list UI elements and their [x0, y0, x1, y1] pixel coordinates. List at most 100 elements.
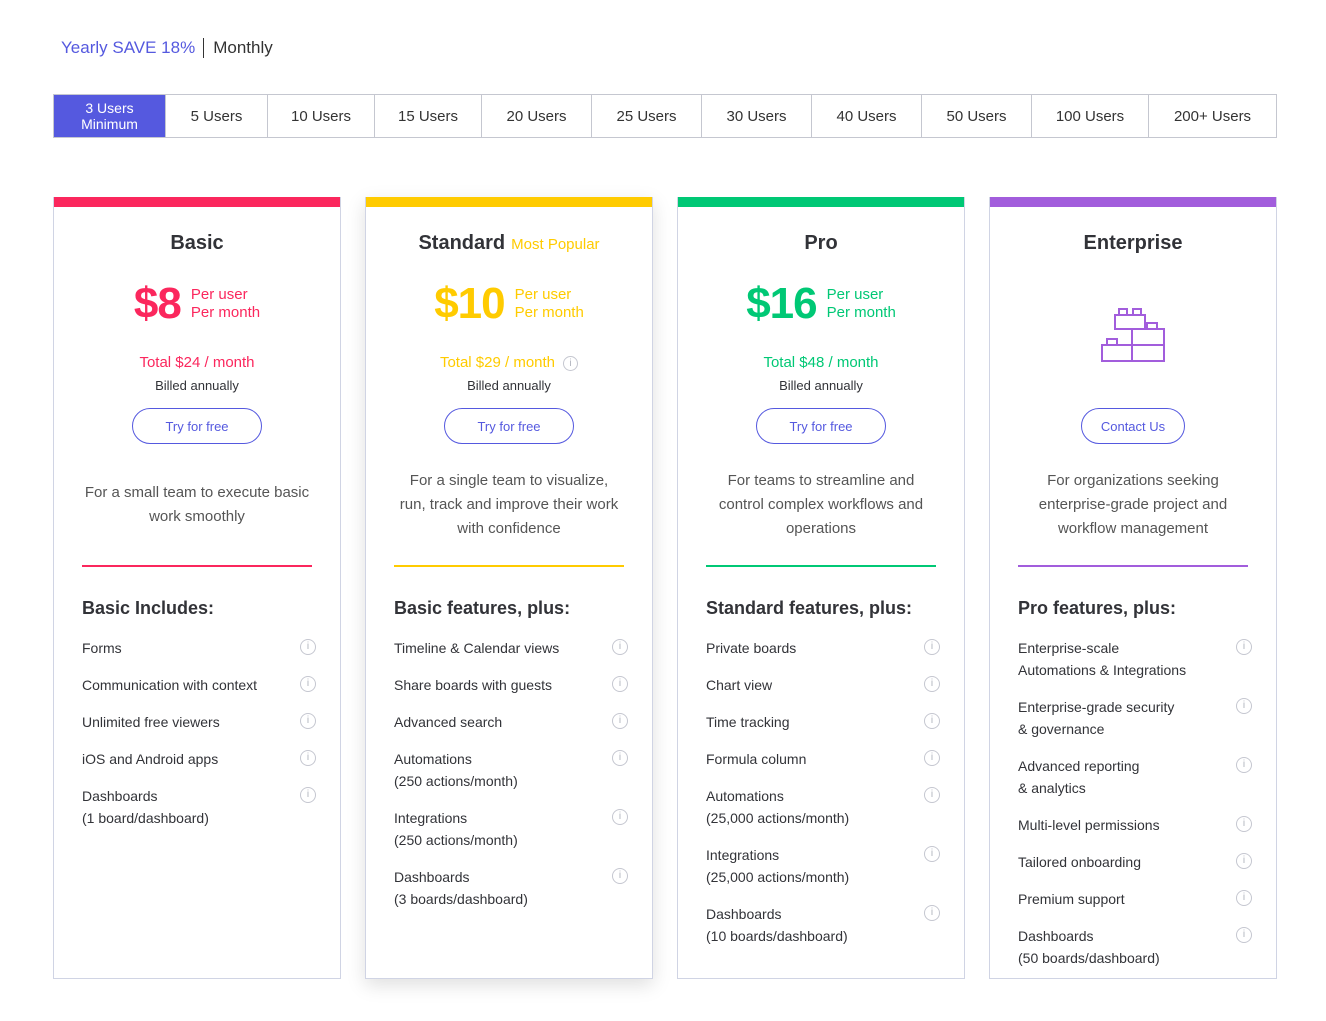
info-icon[interactable]: i — [300, 750, 316, 766]
plan-total: Total $29 / month i — [366, 354, 652, 371]
feature-item: Dashboards (50 boards/dashboard) i — [1018, 925, 1252, 969]
user-option-20[interactable]: 20 Users — [482, 95, 592, 137]
feature-sublabel: (3 boards/dashboard) — [394, 891, 528, 907]
plan-divider — [394, 565, 624, 567]
feature-list: Forms i Communication with context i Unlim… — [82, 637, 316, 829]
info-icon[interactable]: i — [924, 676, 940, 692]
feature-item: Time tracking i — [706, 711, 940, 733]
info-icon[interactable]: i — [300, 787, 316, 803]
plan-divider — [82, 565, 312, 567]
feature-label: iOS and Android apps — [82, 751, 219, 767]
info-icon[interactable]: i — [612, 639, 628, 655]
info-icon[interactable]: i — [612, 750, 628, 766]
plan-card-enterprise: Enterprise Contact Us For organizations … — [989, 197, 1277, 979]
user-option-15[interactable]: 15 Users — [375, 95, 482, 137]
price-amount: $10 — [434, 279, 505, 328]
price-per-user: Per user — [190, 286, 248, 303]
billing-separator — [203, 38, 205, 58]
user-option-5[interactable]: 5 Users — [166, 95, 268, 137]
info-icon[interactable]: i — [924, 905, 940, 921]
billed-annually: Billed annually — [467, 378, 551, 393]
contact-us-button[interactable]: Contact Us — [1081, 408, 1185, 444]
user-option-100[interactable]: 100 Users — [1032, 95, 1149, 137]
try-for-free-button[interactable]: Try for free — [756, 408, 886, 444]
info-icon[interactable]: i — [300, 676, 316, 692]
info-icon[interactable]: i — [1236, 698, 1252, 714]
plan-card-standard: Standard Most Popular $10 Per user Per mo… — [365, 197, 653, 979]
plan-title: Enterprise — [990, 232, 1276, 255]
feature-sublabel: (50 boards/dashboard) — [1018, 950, 1160, 966]
feature-item: Unlimited free viewers i — [82, 711, 316, 733]
user-option-sublabel: Minimum — [81, 116, 138, 132]
plan-name: Standard — [418, 232, 506, 254]
info-icon[interactable]: i — [300, 713, 316, 729]
feature-label: Share boards with guests — [394, 677, 552, 693]
feature-label: Dashboards — [394, 869, 470, 885]
try-for-free-button[interactable]: Try for free — [444, 408, 574, 444]
feature-item: Tailored onboarding i — [1018, 851, 1252, 873]
info-icon[interactable]: i — [612, 676, 628, 692]
info-icon[interactable]: i — [612, 809, 628, 825]
feature-label: Automations — [706, 788, 784, 804]
info-icon[interactable]: i — [1236, 853, 1252, 869]
user-option-200-plus[interactable]: 200+ Users — [1149, 95, 1276, 137]
user-option-label: 40 Users — [836, 107, 897, 125]
building-blocks-icon — [1101, 308, 1165, 362]
plan-title: Pro — [678, 232, 964, 255]
feature-sublabel: & analytics — [1018, 780, 1086, 796]
plan-color-bar — [678, 197, 964, 207]
price-period: Per user Per month — [191, 286, 260, 322]
price-period: Per user Per month — [515, 286, 584, 322]
user-option-label: 5 Users — [190, 107, 243, 125]
plan-description: For a single team to visualize, run, tra… — [399, 472, 619, 537]
feature-item: Enterprise-scale Automations & Integratio… — [1018, 637, 1252, 681]
feature-item: Dashboards (1 board/dashboard) i — [82, 785, 316, 829]
feature-sublabel: (250 actions/month) — [394, 773, 518, 789]
info-icon[interactable]: i — [1236, 757, 1252, 773]
info-icon[interactable]: i — [1236, 816, 1252, 832]
feature-item: Premium support i — [1018, 888, 1252, 910]
user-count-selector: 3 Users Minimum 5 Users 10 Users 15 User… — [53, 94, 1277, 138]
user-option-30[interactable]: 30 Users — [702, 95, 812, 137]
feature-item: Forms i — [82, 637, 316, 659]
feature-label: Chart view — [706, 677, 773, 693]
info-icon[interactable]: i — [1236, 890, 1252, 906]
info-icon[interactable]: i — [1236, 927, 1252, 943]
info-icon[interactable]: i — [924, 787, 940, 803]
feature-list: Private boards i Chart view i Time trackin… — [706, 637, 940, 947]
feature-label: Integrations — [706, 847, 780, 863]
price-period: Per user Per month — [827, 286, 896, 322]
plan-name: Basic — [170, 232, 224, 254]
info-icon[interactable]: i — [924, 750, 940, 766]
user-option-40[interactable]: 40 Users — [812, 95, 922, 137]
info-icon[interactable]: i — [924, 713, 940, 729]
billing-yearly-option[interactable]: Yearly SAVE 18% — [61, 38, 195, 58]
price-amount: $8 — [133, 279, 182, 328]
plan-name: Pro — [804, 232, 838, 254]
price-per-month: Per month — [826, 304, 896, 321]
plan-description: For organizations seeking enterprise-gra… — [1038, 472, 1228, 537]
user-option-3[interactable]: 3 Users Minimum — [54, 95, 166, 137]
feature-sublabel: (250 actions/month) — [394, 832, 518, 848]
info-icon[interactable]: i — [612, 868, 628, 884]
user-option-10[interactable]: 10 Users — [268, 95, 375, 137]
user-option-50[interactable]: 50 Users — [922, 95, 1032, 137]
user-option-25[interactable]: 25 Users — [592, 95, 702, 137]
feature-sublabel: Automations & Integrations — [1018, 662, 1187, 678]
billing-monthly-option[interactable]: Monthly — [213, 38, 273, 58]
info-icon[interactable]: i — [924, 639, 940, 655]
user-option-label: 15 Users — [397, 107, 459, 125]
feature-item: Communication with context i — [82, 674, 316, 696]
try-for-free-button[interactable]: Try for free — [132, 408, 262, 444]
info-icon[interactable]: i — [612, 713, 628, 729]
info-icon[interactable]: i — [924, 846, 940, 862]
feature-label: Forms — [82, 640, 122, 656]
feature-sublabel: (25,000 actions/month) — [706, 810, 850, 826]
info-icon[interactable]: i — [1236, 639, 1252, 655]
plan-card-basic: Basic $8 Per user Per month Total $24 / … — [53, 197, 341, 979]
info-icon[interactable]: i — [300, 639, 316, 655]
feature-item: iOS and Android apps i — [82, 748, 316, 770]
plan-name: Enterprise — [1083, 232, 1183, 254]
info-icon[interactable]: i — [563, 356, 579, 371]
plan-title: Basic — [54, 232, 340, 255]
